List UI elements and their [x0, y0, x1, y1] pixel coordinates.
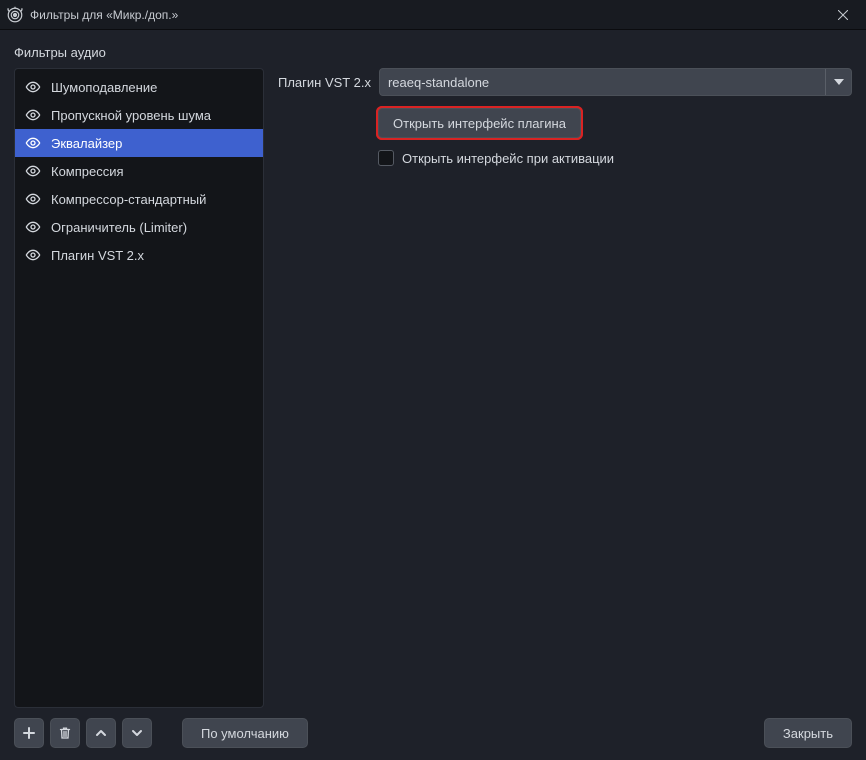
filter-item[interactable]: Ограничитель (Limiter) — [15, 213, 263, 241]
close-button[interactable]: Закрыть — [764, 718, 852, 748]
eye-icon[interactable] — [25, 163, 41, 179]
window-close-button[interactable] — [820, 0, 866, 30]
plugin-label: Плагин VST 2.x — [278, 75, 371, 90]
filter-item-label: Эквалайзер — [51, 136, 122, 151]
filter-item[interactable]: Компрессия — [15, 157, 263, 185]
move-up-button[interactable] — [86, 718, 116, 748]
move-down-button[interactable] — [122, 718, 152, 748]
delete-filter-button[interactable] — [50, 718, 80, 748]
filter-item[interactable]: Компрессор-стандартный — [15, 185, 263, 213]
plugin-select-value: reaeq-standalone — [388, 75, 489, 90]
properties-panel: Плагин VST 2.x reaeq-standalone Открыть … — [278, 68, 852, 708]
filter-item-label: Компрессия — [51, 164, 124, 179]
title-bar: Фильтры для «Микр./доп.» — [0, 0, 866, 30]
defaults-button[interactable]: По умолчанию — [182, 718, 308, 748]
window-title: Фильтры для «Микр./доп.» — [30, 8, 178, 22]
filter-item-label: Пропускной уровень шума — [51, 108, 211, 123]
footer-bar: По умолчанию Закрыть — [14, 708, 852, 760]
filter-item-label: Шумоподавление — [51, 80, 157, 95]
open-plugin-interface-button[interactable]: Открыть интерфейс плагина — [378, 108, 581, 138]
open-on-activate-checkbox[interactable] — [378, 150, 394, 166]
eye-icon[interactable] — [25, 79, 41, 95]
eye-icon[interactable] — [25, 191, 41, 207]
add-filter-button[interactable] — [14, 718, 44, 748]
eye-icon[interactable] — [25, 247, 41, 263]
filter-item[interactable]: Шумоподавление — [15, 73, 263, 101]
filter-item[interactable]: Эквалайзер — [15, 129, 263, 157]
eye-icon[interactable] — [25, 135, 41, 151]
plugin-select[interactable]: reaeq-standalone — [379, 68, 852, 96]
filter-item-label: Ограничитель (Limiter) — [51, 220, 187, 235]
open-on-activate-label: Открыть интерфейс при активации — [402, 151, 614, 166]
chevron-down-icon — [825, 69, 851, 95]
eye-icon[interactable] — [25, 219, 41, 235]
filter-item[interactable]: Плагин VST 2.x — [15, 241, 263, 269]
filter-item-label: Плагин VST 2.x — [51, 248, 144, 263]
filter-item[interactable]: Пропускной уровень шума — [15, 101, 263, 129]
filters-list[interactable]: Шумоподавление Пропускной уровень шума Экв… — [14, 68, 264, 708]
eye-icon[interactable] — [25, 107, 41, 123]
section-label-audio-filters: Фильтры аудио — [14, 45, 852, 60]
app-icon — [6, 6, 24, 24]
filter-item-label: Компрессор-стандартный — [51, 192, 206, 207]
